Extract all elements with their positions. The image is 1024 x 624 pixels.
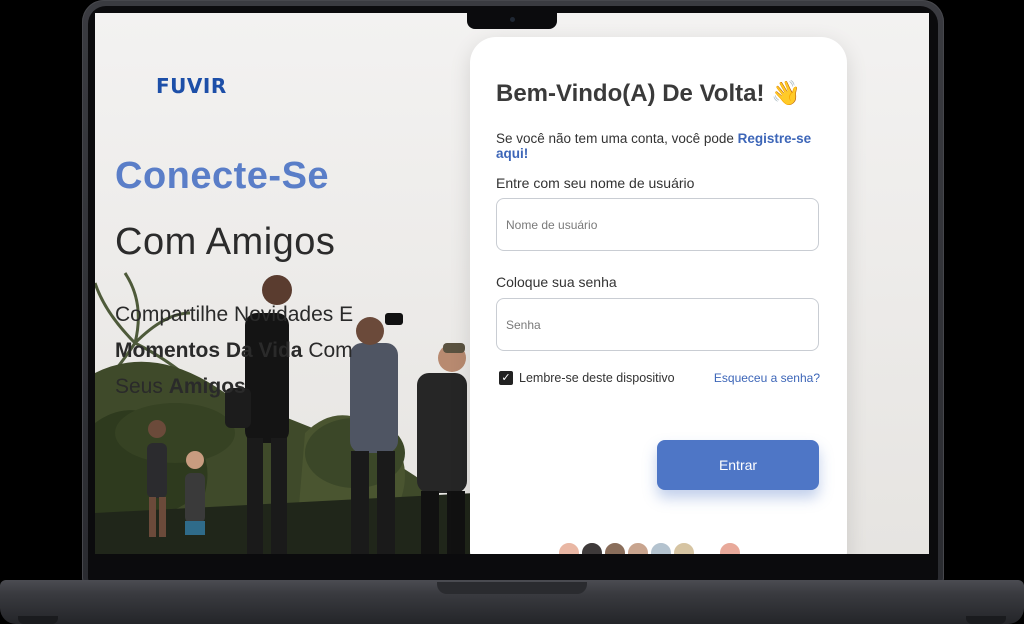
remember-label: Lembre-se deste dispositivo (519, 371, 675, 385)
hero-desc-line1: Compartilhe Novidades E (115, 303, 354, 326)
laptop-foot (966, 616, 1006, 624)
register-prompt: Se você não tem uma conta, você pode Reg… (496, 131, 847, 161)
hero-title: Com Amigos (115, 221, 336, 263)
avatar-group (557, 541, 742, 554)
remember-checkbox[interactable]: ✓ (499, 371, 513, 385)
camera-icon (510, 17, 515, 22)
avatar (580, 541, 604, 554)
register-prompt-text: Se você não tem uma conta, você pode (496, 131, 738, 146)
avatar (626, 541, 650, 554)
password-input[interactable] (496, 298, 819, 351)
username-label: Entre com seu nome de usuário (496, 175, 695, 191)
hero-desc-line2: Com (302, 339, 353, 362)
brand-logo[interactable]: FUVIR (156, 74, 227, 98)
hero-desc-bold2: Amigos (168, 375, 246, 398)
camera-notch (467, 13, 557, 29)
avatar (649, 541, 673, 554)
welcome-title: Bem-Vindo(A) De Volta! 👋 (496, 80, 802, 107)
hero-description: Compartilhe Novidades E Momentos Da Vida… (115, 297, 365, 405)
screen: FUVIR Conecte-Se Com Amigos Compartilhe … (95, 13, 929, 554)
laptop-hinge-groove (437, 582, 587, 594)
laptop-foot (18, 616, 58, 624)
remember-me[interactable]: ✓ Lembre-se deste dispositivo (499, 371, 675, 385)
username-input[interactable] (496, 198, 819, 251)
avatar (603, 541, 627, 554)
avatar (695, 541, 719, 554)
avatar (718, 541, 742, 554)
checkmark-icon: ✓ (501, 372, 511, 384)
hero-desc-bold1: Momentos Da Vida (115, 339, 303, 362)
login-card: Bem-Vindo(A) De Volta! 👋 Se você não tem… (470, 37, 847, 554)
hero-title-accent: Conecte-Se (115, 155, 330, 197)
login-button[interactable]: Entrar (657, 440, 819, 490)
avatar (557, 541, 581, 554)
password-label: Coloque sua senha (496, 274, 617, 290)
avatar (672, 541, 696, 554)
forgot-password-link[interactable]: Esqueceu a senha? (714, 371, 820, 385)
hero-desc-line3: Seus (115, 375, 169, 398)
